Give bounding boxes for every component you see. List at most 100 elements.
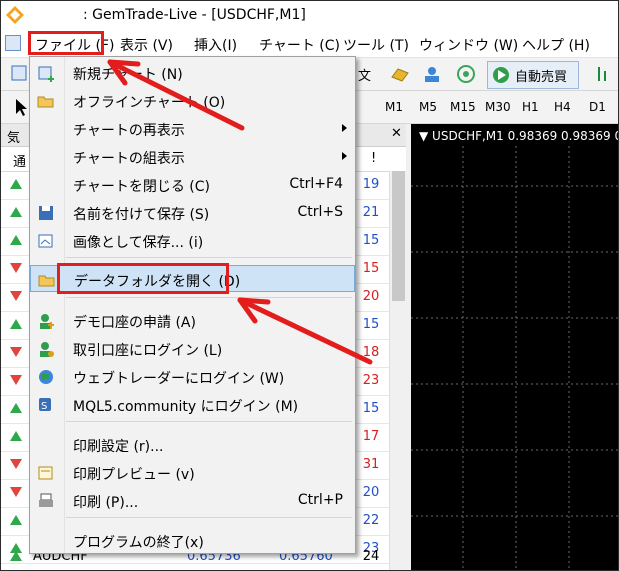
timeframe-m1[interactable]: M1 [385, 100, 403, 114]
menu-view[interactable]: 表示 (V) [120, 35, 173, 55]
chart-grid [411, 146, 618, 570]
menu-item-label: オフラインチャート (O) [73, 95, 226, 111]
menu-item-refresh-charts[interactable]: チャートの再表示 [30, 115, 355, 142]
app-logo-icon [6, 6, 24, 24]
menu-item-label: 印刷プレビュー (v) [73, 467, 195, 483]
symbol-column-header[interactable]: 通 [13, 151, 26, 170]
chart-window-icon[interactable] [5, 35, 21, 51]
close-icon[interactable]: ✕ [391, 126, 402, 141]
menu-item-exit[interactable]: プログラムの終了(x) [30, 527, 355, 554]
menu-separator [66, 421, 352, 422]
annotation-box-file-menu [28, 31, 104, 55]
down-arrow-icon [10, 459, 22, 469]
user-add-icon [40, 314, 54, 329]
print-preview-icon [38, 466, 53, 480]
scrollbar-thumb[interactable] [392, 171, 405, 301]
svg-text:S: S [41, 401, 47, 412]
spread-cell: 17 [362, 429, 380, 444]
up-arrow-icon [10, 403, 22, 413]
window-title: : GemTrade-Live - [USDCHF,M1] [83, 7, 306, 23]
spread-cell: 31 [362, 457, 380, 472]
spread-cell: 19 [362, 177, 380, 192]
menu-item-label: 画像として保存... (i) [73, 235, 204, 251]
timeframe-d1[interactable]: D1 [589, 100, 606, 114]
menu-separator [66, 297, 352, 298]
menu-tools[interactable]: ツール (T) [343, 35, 409, 55]
spread-cell: 23 [362, 373, 380, 388]
menu-insert[interactable]: 挿入(I) [194, 35, 237, 55]
timeframe-h1[interactable]: H1 [522, 100, 539, 114]
chart-area[interactable] [411, 124, 618, 570]
menu-item-login-trade-account[interactable]: 取引口座にログイン (L) [30, 335, 355, 362]
globe-icon [39, 370, 53, 384]
new-chart-icon[interactable] [9, 63, 31, 85]
spread-column-header[interactable]: ! [371, 151, 376, 166]
spread-cell: 24 [362, 549, 380, 564]
timeframe-h4[interactable]: H4 [554, 100, 571, 114]
new-chart-icon [38, 66, 54, 82]
menu-item-label: チャートの再表示 [73, 123, 185, 139]
menu-help[interactable]: ヘルプ (H) [522, 35, 590, 55]
floppy-disk-icon [39, 206, 53, 220]
signal-icon[interactable] [455, 63, 477, 85]
down-arrow-icon [10, 291, 22, 301]
menu-item-arrange-charts[interactable]: チャートの組表示 [30, 143, 355, 170]
menu-separator [66, 517, 352, 518]
spread-cell: 20 [362, 485, 380, 500]
up-arrow-icon [10, 551, 22, 561]
spread-cell: 15 [362, 261, 380, 276]
up-arrow-icon [10, 235, 22, 245]
menu-item-print-setup[interactable]: 印刷設定 (r)... [30, 431, 355, 458]
menu-item-label: 印刷設定 (r)... [73, 439, 164, 455]
menu-item-label: チャートの組表示 [73, 151, 185, 167]
menu-item-login-webtrader[interactable]: ウェブトレーダーにログイン (W) [30, 363, 355, 390]
menu-item-label: ウェブトレーダーにログイン (W) [73, 371, 285, 387]
open-folder-icon [37, 96, 54, 108]
up-arrow-icon [10, 179, 22, 189]
chart-bars-icon[interactable] [593, 63, 615, 85]
menu-item-save-as-image[interactable]: 画像として保存... (i) [30, 227, 355, 254]
down-arrow-icon [10, 347, 22, 357]
menu-item-label: 新規チャート (N) [73, 67, 183, 83]
file-menu: 新規チャート (N) オフラインチャート (O) チャートの再表示 チャートの組表示チ… [29, 56, 356, 554]
menu-item-shortcut: Ctrl+P [297, 492, 343, 508]
menu-item-label: デモ口座の申請 (A) [73, 315, 196, 331]
down-arrow-icon [10, 487, 22, 497]
title-bar: : GemTrade-Live - [USDCHF,M1] [1, 1, 618, 31]
market-watch-scrollbar[interactable] [389, 171, 407, 570]
timeframe-m15[interactable]: M15 [450, 100, 476, 114]
menu-item-print-preview[interactable]: 印刷プレビュー (v) [30, 459, 355, 486]
timeframe-m30[interactable]: M30 [485, 100, 511, 114]
menu-item-print[interactable]: 印刷 (P)... Ctrl+P [30, 487, 355, 514]
new-order-label[interactable]: 文 [358, 65, 371, 84]
chart-symbol-header: ▼ USDCHF,M1 0.98369 0.98369 0.9 [419, 129, 619, 143]
spread-cell: 15 [362, 233, 380, 248]
auto-trade-label: 自動売買 [515, 70, 568, 85]
menu-item-open-demo-account[interactable]: デモ口座の申請 (A) [30, 307, 355, 334]
up-arrow-icon [10, 319, 22, 329]
menu-item-close-chart[interactable]: チャートを閉じる (C) Ctrl+F4 [30, 171, 355, 198]
menu-item-save-as[interactable]: 名前を付けて保存 (S) Ctrl+S [30, 199, 355, 226]
folder-icon [38, 275, 55, 287]
menu-item-label: MQL5.community にログイン (M) [73, 399, 299, 415]
printer-icon [39, 493, 53, 507]
menu-window[interactable]: ウィンドウ (W) [419, 35, 518, 55]
mql5-icon: S [39, 398, 51, 412]
save-image-icon [38, 234, 53, 248]
menu-chart[interactable]: チャート (C) [259, 35, 340, 55]
submenu-arrow-icon [342, 124, 347, 132]
menu-item-new-chart[interactable]: 新規チャート (N) [30, 59, 355, 86]
auto-trade-button[interactable]: 自動売買 [487, 61, 579, 89]
menu-item-login-mql5[interactable]: S MQL5.community にログイン (M) [30, 391, 355, 418]
user-login-icon [40, 342, 54, 357]
down-arrow-icon [10, 375, 22, 385]
timeframe-m5[interactable]: M5 [419, 100, 437, 114]
menu-item-label: 印刷 (P)... [73, 495, 139, 511]
user-network-icon[interactable] [421, 63, 443, 85]
menu-item-shortcut: Ctrl+S [297, 204, 343, 220]
chart-header-text: USDCHF,M1 0.98369 0.98369 0.9 [432, 129, 619, 143]
menu-item-offline-chart[interactable]: オフラインチャート (O) [30, 87, 355, 114]
gold-bar-icon[interactable] [389, 63, 411, 85]
down-arrow-icon [10, 263, 22, 273]
spread-cell: 21 [362, 205, 380, 220]
